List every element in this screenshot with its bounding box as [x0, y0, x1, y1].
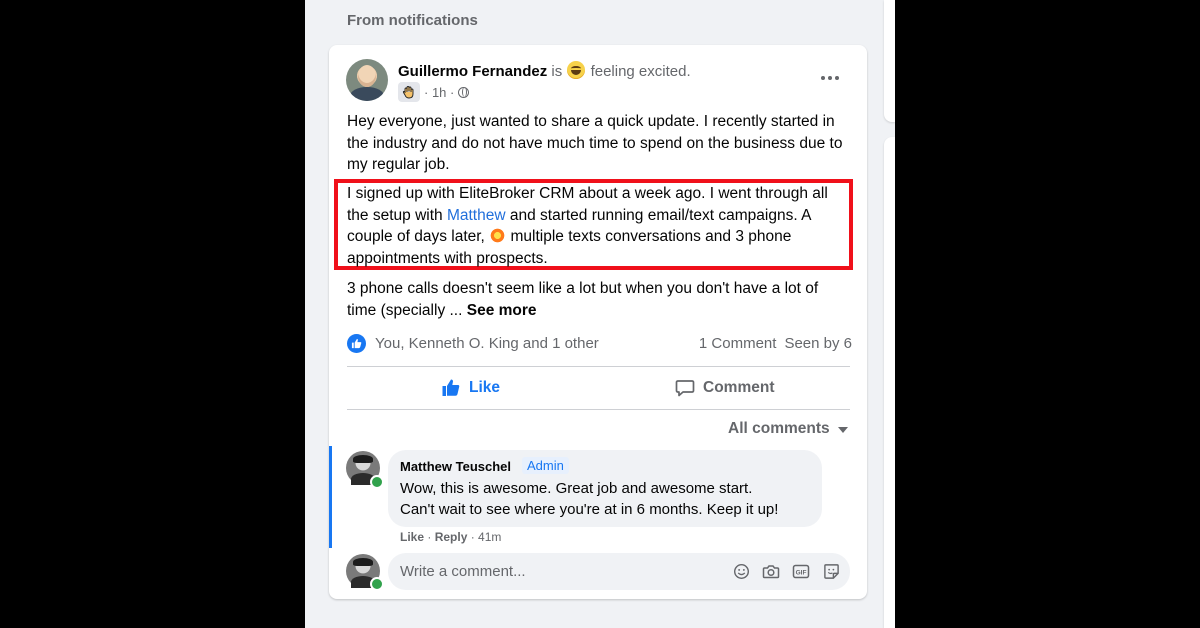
- post-header: Guillermo Fernandez is feeling excited.: [398, 61, 691, 80]
- post-time[interactable]: 1h: [432, 85, 446, 100]
- comment-author[interactable]: Matthew Teuschel: [400, 459, 511, 474]
- online-status-icon: [370, 475, 384, 489]
- author-name[interactable]: Guillermo Fernandez: [398, 63, 547, 80]
- more-options-button[interactable]: [815, 66, 845, 90]
- comment-input[interactable]: [400, 555, 720, 588]
- comment-icon: [675, 380, 695, 397]
- post-meta: · 1h ·: [398, 82, 470, 102]
- comment-text: Wow, this is awesome. Great job and awes…: [400, 480, 779, 518]
- right-card-bottom: [884, 137, 895, 628]
- post-paragraph-3: 3 phone calls doesn't seem like a lot bu…: [347, 280, 819, 319]
- see-more-link[interactable]: See more: [467, 302, 537, 319]
- divider: [347, 409, 850, 410]
- comment-highlight-bar: [329, 446, 332, 548]
- comment-meta: Like · Reply · 41m: [400, 530, 502, 544]
- online-status-icon: [370, 577, 384, 591]
- comments-filter[interactable]: All comments: [728, 420, 848, 438]
- comment-button[interactable]: Comment: [675, 372, 774, 404]
- like-button[interactable]: Like: [441, 372, 500, 404]
- thumbs-up-icon: [442, 379, 460, 396]
- reactors-list[interactable]: You, Kenneth O. King and 1 other: [375, 335, 699, 352]
- camera-icon[interactable]: [762, 562, 780, 580]
- composer-tools: GIF: [732, 562, 840, 580]
- post-paragraph-2: I signed up with EliteBroker CRM about a…: [347, 185, 828, 267]
- like-reaction-icon: [347, 333, 366, 353]
- grinning-face-icon: [567, 61, 586, 79]
- globe-icon: [458, 86, 470, 98]
- svg-text:GIF: GIF: [796, 569, 807, 576]
- mention-link[interactable]: Matthew: [447, 207, 506, 224]
- section-title: From notifications: [347, 12, 478, 29]
- caret-down-icon: [837, 427, 848, 433]
- gif-icon[interactable]: GIF: [792, 562, 810, 580]
- post-paragraph-1: Hey everyone, just wanted to share a qui…: [347, 113, 843, 173]
- seen-by[interactable]: Seen by 6: [784, 335, 852, 352]
- right-card-top: [884, 0, 895, 122]
- feeling-text[interactable]: feeling excited.: [591, 63, 691, 80]
- reactions-row: You, Kenneth O. King and 1 other 1 Comme…: [347, 332, 852, 354]
- author-avatar[interactable]: [346, 59, 388, 101]
- comment-like-link[interactable]: Like: [400, 530, 424, 544]
- comment-time[interactable]: 41m: [478, 530, 501, 544]
- emoji-icon[interactable]: [732, 562, 750, 580]
- waving-hand-icon: [398, 82, 420, 102]
- comments-count[interactable]: 1 Comment: [699, 335, 777, 352]
- collision-icon: [489, 227, 507, 244]
- sticker-icon[interactable]: [822, 562, 840, 580]
- divider: [347, 366, 850, 367]
- comment-reply-link[interactable]: Reply: [435, 530, 468, 544]
- status-prefix: is: [551, 63, 563, 80]
- admin-badge: Admin: [522, 457, 569, 474]
